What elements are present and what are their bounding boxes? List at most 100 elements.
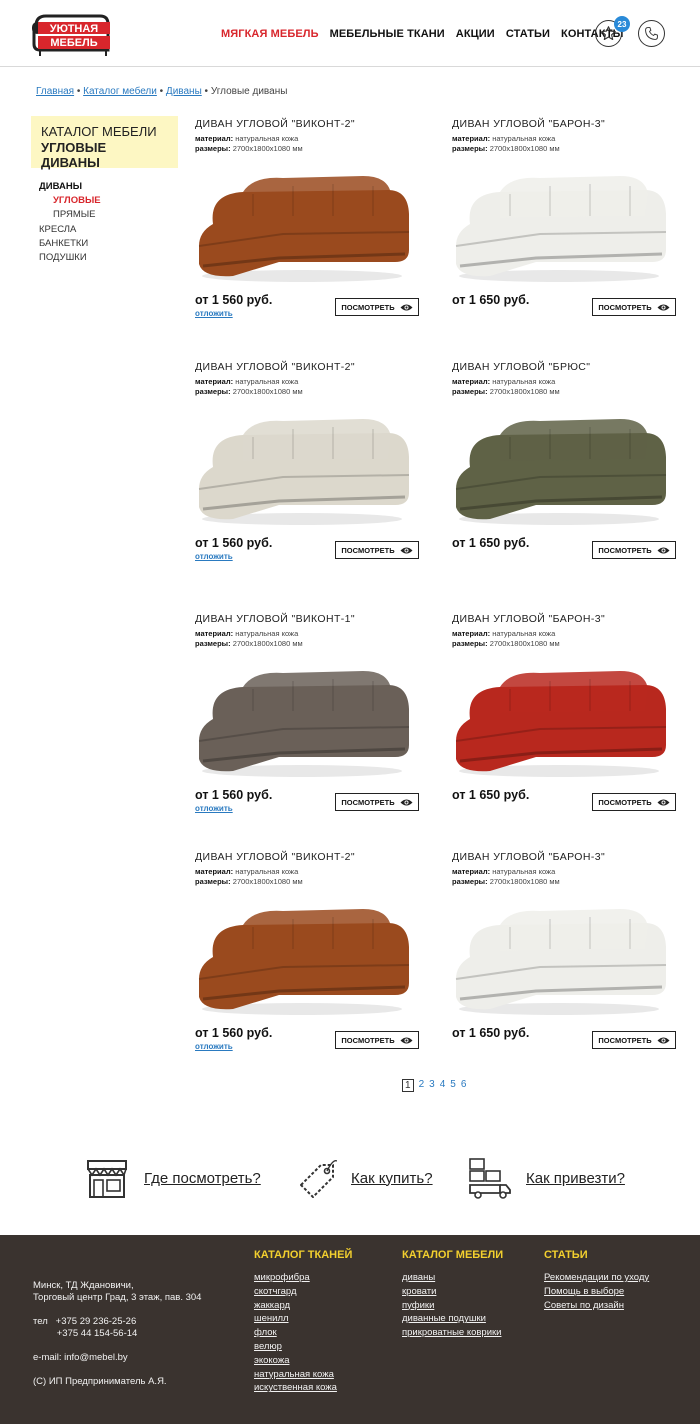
product-meta: материал: натуральная кожа размеры: 2700… bbox=[195, 134, 421, 154]
footer-fabrics-title: КАТАЛОГ ТКАНЕЙ bbox=[254, 1249, 353, 1261]
contact-phone-1[interactable]: тел +375 29 236-25-26 bbox=[33, 1316, 201, 1328]
phone-button[interactable] bbox=[638, 20, 665, 47]
footer-fabric-link[interactable]: жаккард bbox=[254, 1299, 352, 1313]
product-image[interactable] bbox=[183, 649, 421, 779]
view-button-label: ПОСМОТРЕТЬ bbox=[598, 1035, 652, 1045]
view-product-button[interactable]: ПОСМОТРЕТЬ bbox=[335, 1031, 419, 1049]
page-3[interactable]: 3 bbox=[429, 1079, 435, 1092]
size-label: размеры: bbox=[452, 877, 488, 886]
nav-item-articles[interactable]: Статьи bbox=[506, 28, 550, 40]
view-product-button[interactable]: ПОСМОТРЕТЬ bbox=[335, 541, 419, 559]
footer-catalog-link[interactable]: пуфики bbox=[402, 1299, 503, 1313]
footer-catalog-link[interactable]: диванные подушки bbox=[402, 1312, 503, 1326]
svg-text:МЕБЕЛЬ: МЕБЕЛЬ bbox=[50, 37, 97, 49]
where-to-see-link[interactable]: Где посмотреть? bbox=[144, 1170, 261, 1187]
product-title[interactable]: ДИВАН УГЛОВОЙ "БРЮС" bbox=[452, 361, 678, 373]
footer-fabric-link[interactable]: флок bbox=[254, 1326, 352, 1340]
view-product-button[interactable]: ПОСМОТРЕТЬ bbox=[592, 793, 676, 811]
material-label: материал: bbox=[452, 134, 491, 143]
product-meta: материал: натуральная кожа размеры: 2700… bbox=[195, 629, 421, 649]
save-for-later-link[interactable]: отложить bbox=[195, 804, 233, 813]
svg-text:УЮТНАЯ: УЮТНАЯ bbox=[50, 23, 99, 35]
product-image[interactable] bbox=[440, 397, 678, 527]
page-6[interactable]: 6 bbox=[461, 1079, 467, 1092]
product-image[interactable] bbox=[440, 887, 678, 1017]
page-5[interactable]: 5 bbox=[450, 1079, 456, 1092]
product-meta: материал: натуральная кожа размеры: 2700… bbox=[195, 377, 421, 397]
view-product-button[interactable]: ПОСМОТРЕТЬ bbox=[592, 1031, 676, 1049]
product-title[interactable]: ДИВАН УГЛОВОЙ "БАРОН-3" bbox=[452, 851, 678, 863]
sidebar-item-banquettes[interactable]: БАНКЕТКИ bbox=[39, 237, 101, 251]
page-2[interactable]: 2 bbox=[419, 1079, 425, 1092]
product-card: ДИВАН УГЛОВОЙ "БАРОН-3" материал: натура… bbox=[452, 118, 678, 328]
product-material: натуральная кожа bbox=[492, 134, 556, 143]
footer-fabric-link[interactable]: скотчгард bbox=[254, 1285, 352, 1299]
product-image[interactable] bbox=[440, 649, 678, 779]
product-image[interactable] bbox=[440, 154, 678, 284]
breadcrumb-catalog[interactable]: Каталог мебели bbox=[83, 86, 157, 97]
footer-fabric-link[interactable]: искуственная кожа bbox=[254, 1381, 352, 1395]
footer-catalog-link[interactable]: прикроватные коврики bbox=[402, 1326, 503, 1340]
view-button-label: ПОСМОТРЕТЬ bbox=[341, 545, 395, 555]
product-image[interactable] bbox=[183, 397, 421, 527]
sidebar-item-armchairs[interactable]: КРЕСЛА bbox=[39, 223, 101, 237]
breadcrumb-home[interactable]: Главная bbox=[36, 86, 74, 97]
material-label: материал: bbox=[452, 629, 491, 638]
product-image[interactable] bbox=[183, 154, 421, 284]
product-material: натуральная кожа bbox=[235, 134, 299, 143]
footer-catalog-link[interactable]: диваны bbox=[402, 1271, 503, 1285]
sidebar-item-pillows[interactable]: ПОДУШКИ bbox=[39, 251, 101, 265]
size-label: размеры: bbox=[195, 639, 231, 648]
product-title[interactable]: ДИВАН УГЛОВОЙ "БАРОН-3" bbox=[452, 613, 678, 625]
footer-fabric-link[interactable]: натуральная кожа bbox=[254, 1368, 352, 1382]
how-to-buy-link[interactable]: Как купить? bbox=[351, 1170, 433, 1187]
product-image[interactable] bbox=[183, 887, 421, 1017]
view-button-label: ПОСМОТРЕТЬ bbox=[341, 797, 395, 807]
product-title[interactable]: ДИВАН УГЛОВОЙ "ВИКОНТ-2" bbox=[195, 851, 421, 863]
product-card: ДИВАН УГЛОВОЙ "ВИКОНТ-2" материал: натур… bbox=[195, 851, 421, 1061]
save-for-later-link[interactable]: отложить bbox=[195, 552, 233, 561]
footer-fabrics-links: микрофибра скотчгард жаккард шенилл флок велю… bbox=[254, 1271, 352, 1395]
footer-catalog-link[interactable]: кровати bbox=[402, 1285, 503, 1299]
site-header: УЮТНАЯ МЕБЕЛЬ Мягкая мебель Мебельные тк… bbox=[0, 0, 700, 67]
contact-phone-2[interactable]: +375 44 154-56-14 bbox=[33, 1328, 201, 1340]
delivery-link[interactable]: Как привезти? bbox=[526, 1170, 625, 1187]
sidebar-item-straight[interactable]: ПРЯМЫЕ bbox=[39, 208, 101, 222]
contact-email[interactable]: e-mail: info@mebel.by bbox=[33, 1352, 201, 1364]
sidebar-item-sofas[interactable]: ДИВАНЫ bbox=[39, 180, 101, 194]
footer-fabric-link[interactable]: шенилл bbox=[254, 1312, 352, 1326]
footer-fabric-link[interactable]: экокожа bbox=[254, 1354, 352, 1368]
material-label: материал: bbox=[452, 867, 491, 876]
product-title[interactable]: ДИВАН УГЛОВОЙ "ВИКОНТ-2" bbox=[195, 118, 421, 130]
product-title[interactable]: ДИВАН УГЛОВОЙ "БАРОН-3" bbox=[452, 118, 678, 130]
product-meta: материал: натуральная кожа размеры: 2700… bbox=[452, 867, 678, 887]
eye-icon bbox=[657, 547, 670, 553]
save-for-later-link[interactable]: отложить bbox=[195, 1042, 233, 1051]
product-title[interactable]: ДИВАН УГЛОВОЙ "ВИКОНТ-1" bbox=[195, 613, 421, 625]
page-1[interactable]: 1 bbox=[402, 1079, 414, 1092]
view-product-button[interactable]: ПОСМОТРЕТЬ bbox=[335, 298, 419, 316]
page-4[interactable]: 4 bbox=[440, 1079, 446, 1092]
sidebar-item-corner[interactable]: УГЛОВЫЕ bbox=[39, 194, 101, 208]
view-product-button[interactable]: ПОСМОТРЕТЬ bbox=[592, 541, 676, 559]
footer-fabric-link[interactable]: велюр bbox=[254, 1340, 352, 1354]
footer-fabric-link[interactable]: микрофибра bbox=[254, 1271, 352, 1285]
site-logo[interactable]: УЮТНАЯ МЕБЕЛЬ bbox=[30, 10, 112, 58]
view-product-button[interactable]: ПОСМОТРЕТЬ bbox=[592, 298, 676, 316]
product-size: 2700х1800х1080 мм bbox=[489, 387, 560, 396]
breadcrumb-sofas[interactable]: Диваны bbox=[166, 86, 202, 97]
footer-article-link[interactable]: Рекомендации по уходу bbox=[544, 1271, 649, 1285]
footer-articles-column: СТАТЬИ Рекомендации по уходу Помощь в выб… bbox=[544, 1249, 649, 1312]
save-for-later-link[interactable]: отложить bbox=[195, 309, 233, 318]
sidebar-menu: ДИВАНЫ УГЛОВЫЕ ПРЯМЫЕ КРЕСЛА БАНКЕТКИ ПО… bbox=[39, 180, 101, 265]
nav-item-fabrics[interactable]: Мебельные ткани bbox=[330, 28, 445, 40]
footer-article-link[interactable]: Помощь в выборе bbox=[544, 1285, 649, 1299]
nav-item-upholstered[interactable]: Мягкая мебель bbox=[221, 28, 319, 40]
product-title[interactable]: ДИВАН УГЛОВОЙ "ВИКОНТ-2" bbox=[195, 361, 421, 373]
logo-sofa-icon: УЮТНАЯ МЕБЕЛЬ bbox=[32, 14, 110, 56]
view-product-button[interactable]: ПОСМОТРЕТЬ bbox=[335, 793, 419, 811]
nav-item-sales[interactable]: Акции bbox=[456, 28, 495, 40]
eye-icon bbox=[657, 1037, 670, 1043]
footer-article-link[interactable]: Советы по дизайн bbox=[544, 1299, 649, 1313]
product-material: натуральная кожа bbox=[235, 629, 299, 638]
